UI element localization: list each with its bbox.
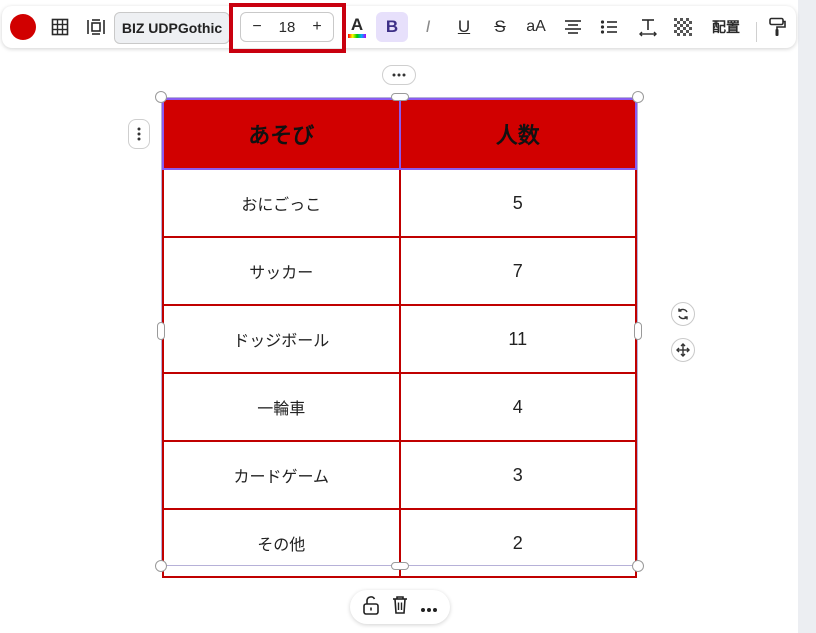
row-options-button[interactable] bbox=[128, 119, 150, 149]
toolbar-divider bbox=[756, 22, 757, 42]
move-icon bbox=[676, 343, 690, 357]
letter-case-button[interactable]: aA bbox=[521, 12, 551, 42]
vertical-dots-icon bbox=[137, 127, 141, 141]
table-grid-icon[interactable] bbox=[46, 12, 74, 42]
table-frame-dashed-border bbox=[161, 97, 638, 566]
resize-handle-top-right[interactable] bbox=[632, 91, 644, 103]
text-color-button[interactable]: A bbox=[344, 12, 370, 42]
transparency-icon[interactable] bbox=[670, 12, 696, 42]
paint-format-icon[interactable] bbox=[764, 12, 790, 42]
font-family-dropdown[interactable]: BIZ UDPGothic bbox=[114, 12, 230, 44]
resize-handle-bottom-left[interactable] bbox=[155, 560, 167, 572]
resize-handle-bottom[interactable] bbox=[391, 562, 409, 570]
more-options-button[interactable] bbox=[382, 65, 416, 85]
resize-handle-bottom-right[interactable] bbox=[632, 560, 644, 572]
text-spacing-icon[interactable] bbox=[634, 12, 662, 42]
bold-button[interactable]: B bbox=[376, 12, 408, 42]
trash-icon[interactable] bbox=[391, 595, 409, 619]
arrange-button[interactable]: 配置 bbox=[706, 12, 746, 42]
move-button[interactable] bbox=[671, 338, 695, 362]
align-center-icon[interactable] bbox=[560, 12, 586, 42]
resize-handle-top-left[interactable] bbox=[155, 91, 167, 103]
more-actions-icon[interactable] bbox=[420, 598, 438, 617]
cell-spacing-icon[interactable] bbox=[82, 12, 110, 42]
text-color-glyph: A bbox=[350, 15, 364, 34]
unlock-icon[interactable] bbox=[362, 595, 380, 619]
bullet-list-icon[interactable] bbox=[596, 12, 622, 42]
more-dots-icon bbox=[392, 73, 406, 77]
rotate-icon bbox=[678, 308, 688, 320]
resize-handle-right[interactable] bbox=[634, 322, 642, 340]
scroll-area[interactable] bbox=[798, 0, 816, 633]
resize-handle-left[interactable] bbox=[157, 322, 165, 340]
italic-button[interactable]: I bbox=[416, 12, 440, 42]
text-toolbar: BIZ UDPGothic − 18 + A B I U S aA 配置 bbox=[2, 6, 796, 48]
rainbow-bar-icon bbox=[348, 34, 366, 38]
font-size-highlight-box bbox=[229, 3, 346, 53]
fill-color-swatch[interactable] bbox=[10, 14, 36, 40]
resize-handle-top[interactable] bbox=[391, 93, 409, 101]
element-action-bar bbox=[350, 590, 450, 624]
rotate-button[interactable] bbox=[671, 302, 695, 326]
underline-button[interactable]: U bbox=[452, 12, 476, 42]
strikethrough-button[interactable]: S bbox=[488, 12, 512, 42]
